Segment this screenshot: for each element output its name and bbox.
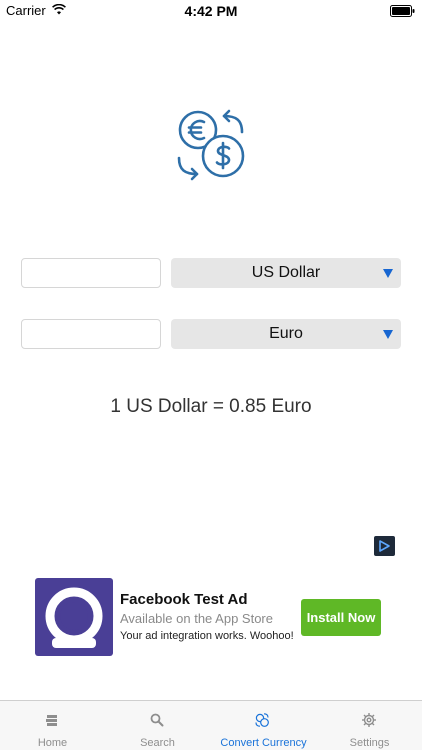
to-currency-select[interactable]: Euro (171, 319, 401, 349)
battery-icon (390, 5, 415, 17)
tab-home[interactable]: Home (0, 701, 105, 751)
install-now-button[interactable]: Install Now (301, 599, 381, 636)
status-bar: Carrier 4:42 PM (0, 0, 422, 22)
tab-search[interactable]: Search (105, 701, 210, 751)
currency-exchange-icon (177, 109, 245, 181)
status-time: 4:42 PM (184, 3, 238, 19)
to-currency-label: Euro (269, 325, 303, 342)
to-amount-input[interactable] (21, 319, 161, 349)
ad-body-text: Your ad integration works. Woohoo! (120, 630, 294, 642)
gear-icon (362, 713, 376, 727)
from-currency-select[interactable]: US Dollar (171, 258, 401, 288)
tab-bar: Home Search Convert Currency Settings (0, 700, 422, 750)
ad-subtitle: Available on the App Store (120, 611, 273, 626)
adchoices-icon[interactable] (374, 536, 395, 556)
ad-title[interactable]: Facebook Test Ad (120, 591, 248, 608)
tab-label: Convert Currency (220, 737, 307, 749)
home-icon (46, 715, 57, 726)
tab-label: Home (37, 737, 68, 749)
tab-settings[interactable]: Settings (317, 701, 422, 751)
tab-convert-currency[interactable]: Convert Currency (210, 701, 317, 751)
search-icon (150, 713, 164, 727)
ad-logo-glyph-icon (45, 587, 103, 648)
convert-currency-icon (255, 713, 269, 727)
tab-label: Search (140, 737, 175, 749)
tab-label: Settings (349, 737, 390, 749)
dropdown-triangle-icon (383, 330, 393, 339)
from-currency-label: US Dollar (251, 264, 321, 281)
exchange-rate-text: 1 US Dollar = 0.85 Euro (110, 396, 312, 417)
ad-app-logo[interactable] (35, 578, 113, 656)
dropdown-triangle-icon (383, 269, 393, 278)
from-amount-input[interactable] (21, 258, 161, 288)
